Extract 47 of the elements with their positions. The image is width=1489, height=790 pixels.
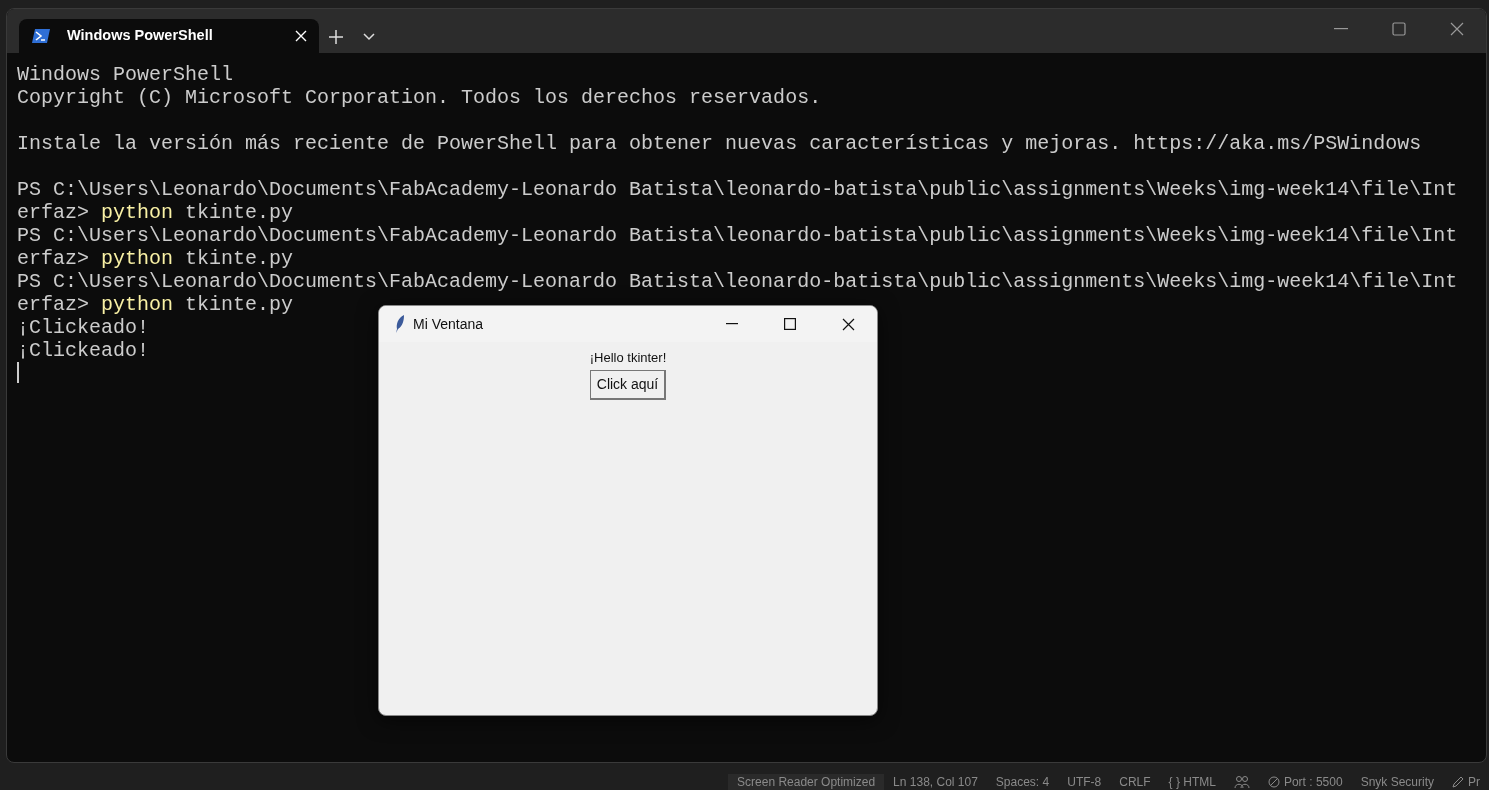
maximize-icon: [1392, 22, 1406, 36]
status-text: Pr: [1468, 774, 1480, 790]
window-title: Mi Ventana: [413, 314, 485, 334]
close-icon: [1450, 22, 1464, 36]
command-text: python: [101, 293, 174, 316]
terminal-line: PS C:\Users\Leonardo\Documents\FabAcademy-Leonardo Batista\leonardo-batista\public\assignments\Weeks\img-week14\file\Int: [17, 270, 1458, 293]
command-text: python: [101, 201, 174, 224]
terminal-line: Windows PowerShell: [17, 63, 234, 86]
argument-text: tkinte.py: [185, 293, 294, 316]
chevron-down-icon: [363, 32, 375, 41]
text-cursor: [17, 362, 19, 383]
close-icon[interactable]: [295, 30, 307, 42]
terminal-tab[interactable]: Windows PowerShell: [19, 19, 319, 53]
terminal-line: Instale la versión más reciente de PowerShell para obtener nuevas características y mejoras. https://aka.ms/PSWindows: [17, 132, 1422, 155]
prompt-text: erfaz>: [17, 293, 89, 316]
status-item[interactable]: Spaces: 4: [986, 774, 1059, 790]
minimize-icon: [1334, 28, 1348, 30]
maximize-icon: [784, 318, 796, 330]
status-item[interactable]: { } HTML: [1159, 774, 1225, 790]
port-text: Port : 5500: [1283, 774, 1343, 790]
port-item[interactable]: Port : 5500: [1258, 774, 1352, 790]
no-entry-icon: [1267, 776, 1280, 788]
powershell-icon: [31, 28, 51, 44]
status-item[interactable]: Snyk Security: [1351, 774, 1443, 790]
terminal-line: ¡Clickeado!: [17, 339, 150, 362]
plus-icon: [329, 29, 343, 44]
tab-title: Windows PowerShell: [67, 26, 214, 46]
feather-icon: [395, 315, 405, 333]
terminal-line: PS C:\Users\Leonardo\Documents\FabAcademy-Leonardo Batista\leonardo-batista\public\assignments\Weeks\img-week14\file\Int: [17, 224, 1458, 247]
argument-text: tkinte.py: [185, 201, 294, 224]
command-text: python: [101, 247, 174, 270]
argument-text: tkinte.py: [185, 247, 294, 270]
status-item[interactable]: Ln 138, Col 107: [884, 774, 987, 790]
terminal-line: Copyright (C) Microsoft Corporation. Todos los derechos reservados.: [17, 86, 822, 109]
click-button[interactable]: Click aquí: [589, 369, 667, 400]
status-item[interactable]: Pr: [1443, 774, 1489, 790]
hello-label: ¡Hello tkinter!: [589, 349, 667, 367]
close-icon: [841, 317, 855, 331]
status-item[interactable]: Screen Reader Optimized: [728, 774, 885, 790]
terminal-line: PS C:\Users\Leonardo\Documents\FabAcademy-Leonardo Batista\leonardo-batista\public\assignments\Weeks\img-week14\file\Int: [17, 178, 1458, 201]
prompt-text: erfaz>: [17, 201, 89, 224]
minimize-icon: [726, 323, 738, 325]
prompt-text: erfaz>: [17, 247, 89, 270]
pen-icon: [1452, 776, 1464, 788]
status-item[interactable]: UTF-8: [1058, 774, 1111, 790]
status-item[interactable]: CRLF: [1110, 774, 1160, 790]
terminal-line: ¡Clickeado!: [17, 316, 150, 339]
